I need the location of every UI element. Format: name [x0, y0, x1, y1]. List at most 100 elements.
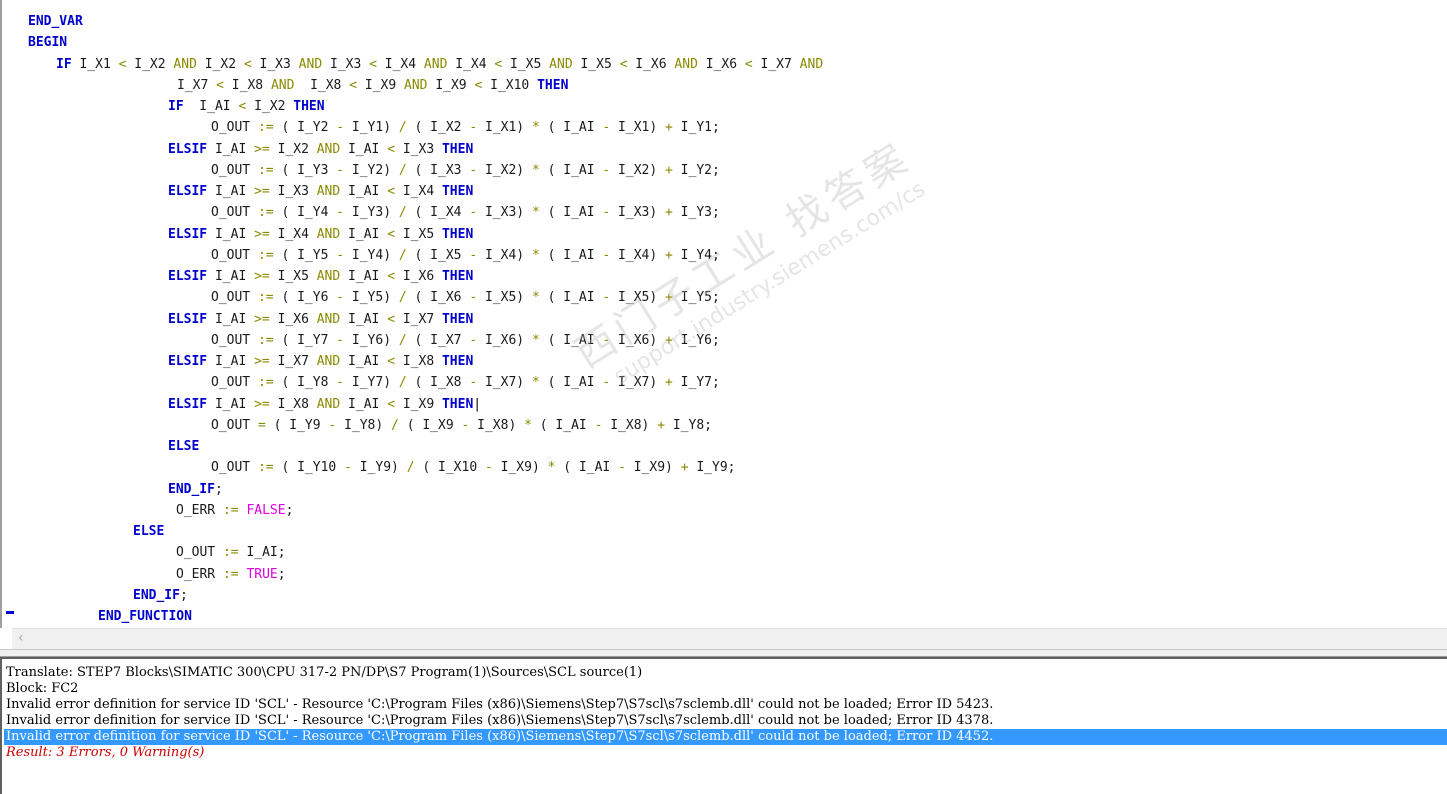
chevron-left-icon[interactable]: ‹ [18, 630, 24, 646]
horizontal-scrollbar[interactable]: ‹ [12, 628, 1447, 649]
code-line[interactable]: I_X7 < I_X8 AND I_X8 < I_X9 AND I_X9 < I… [177, 75, 568, 96]
code-keyword: ELSIF [168, 184, 208, 199]
code-token: ( I_AI [539, 333, 603, 348]
code-token: + [680, 460, 689, 475]
code-line[interactable]: O_OUT := ( I_Y6 - I_Y5) / ( I_X6 - I_X5)… [211, 287, 720, 308]
code-token: I_Y2; [672, 163, 720, 178]
code-line[interactable]: ELSIF I_AI >= I_X2 AND I_AI < I_X3 THEN [168, 139, 473, 160]
code-token: I_X7 [752, 57, 800, 72]
code-line[interactable]: END_IF; [168, 479, 223, 500]
code-line[interactable]: ELSIF I_AI >= I_X6 AND I_AI < I_X7 THEN [168, 309, 473, 330]
code-token: < [369, 57, 377, 72]
code-token: I_Y2) [344, 163, 399, 178]
code-token: O_OUT [211, 418, 258, 433]
code-token: ( I_AI [539, 290, 603, 305]
code-token: I_Y3; [672, 205, 720, 220]
code-token: >= [254, 269, 270, 284]
error-message-line[interactable]: Invalid error definition for service ID … [6, 697, 993, 713]
output-window[interactable]: Translate: STEP7 Blocks\SIMATIC 300\CPU … [0, 657, 1447, 794]
fold-marker[interactable] [6, 611, 14, 614]
code-line[interactable]: IF I_AI < I_X2 THEN [168, 96, 325, 117]
code-token: ( I_X6 [406, 290, 470, 305]
code-token: I_AI [340, 397, 388, 412]
code-line[interactable]: END_VAR [28, 11, 83, 32]
code-token: - [618, 460, 626, 475]
code-line[interactable]: ELSIF I_AI >= I_X3 AND I_AI < I_X4 THEN [168, 181, 473, 202]
code-line[interactable]: ELSE [133, 521, 164, 542]
code-line[interactable]: BEGIN [28, 32, 67, 53]
code-token: - [469, 290, 478, 305]
code-keyword: ELSIF [168, 397, 208, 412]
code-token: I_X8 [294, 78, 350, 93]
code-line[interactable]: IF I_X1 < I_X2 AND I_X2 < I_X3 AND I_X3 … [56, 54, 823, 75]
code-line[interactable]: ELSE [168, 436, 199, 457]
code-token: - [469, 163, 478, 178]
error-message-line[interactable]: Invalid error definition for service ID … [4, 729, 1447, 745]
code-token: ( I_AI [555, 460, 619, 475]
code-token: := [257, 163, 274, 178]
code-line[interactable]: O_OUT := I_AI; [176, 542, 286, 563]
code-keyword: THEN [441, 184, 474, 199]
code-token: / [398, 163, 407, 178]
code-keyword: THEN [537, 78, 569, 93]
code-line[interactable]: O_OUT := ( I_Y2 - I_Y1) / ( I_X2 - I_X1)… [211, 117, 720, 138]
code-line[interactable]: ELSIF I_AI >= I_X5 AND I_AI < I_X6 THEN [168, 266, 473, 287]
code-token: I_Y7) [344, 375, 399, 390]
code-token: I_AI [207, 312, 255, 327]
result-line[interactable]: Result: 3 Errors, 0 Warning(s) [6, 745, 204, 761]
code-token: I_X2 [196, 57, 244, 72]
error-message-line[interactable]: Invalid error definition for service ID … [6, 713, 993, 729]
code-line[interactable]: O_OUT := ( I_Y10 - I_Y9) / ( I_X10 - I_X… [211, 457, 735, 478]
code-line[interactable]: O_ERR := FALSE; [176, 500, 293, 521]
code-token: - [336, 248, 345, 263]
code-token: ; [277, 567, 286, 582]
code-token: / [398, 375, 407, 390]
code-token: I_X4) [610, 248, 666, 263]
code-line[interactable]: O_OUT := ( I_Y8 - I_Y7) / ( I_X8 - I_X7)… [211, 372, 720, 393]
code-token: ( I_Y6 [273, 290, 337, 305]
code-line[interactable]: ELSIF I_AI >= I_X8 AND I_AI < I_X9 THEN| [168, 394, 481, 415]
code-line[interactable]: END_IF; [133, 585, 188, 606]
code-token: := [257, 248, 274, 263]
code-token: I_AI [340, 354, 388, 369]
code-token: ( I_Y4 [273, 205, 337, 220]
output-info-line[interactable]: Translate: STEP7 Blocks\SIMATIC 300\CPU … [6, 665, 642, 681]
text-cursor: | [473, 397, 482, 412]
code-line[interactable]: END_FUNCTION [98, 606, 192, 627]
code-token: := [257, 333, 274, 348]
code-line[interactable]: ELSIF I_AI >= I_X7 AND I_AI < I_X8 THEN [168, 351, 473, 372]
code-line[interactable]: O_OUT := ( I_Y7 - I_Y6) / ( I_X7 - I_X6)… [211, 330, 720, 351]
pane-splitter[interactable] [0, 649, 1447, 657]
code-token: ( I_AI [539, 375, 603, 390]
code-token: I_AI [207, 227, 255, 242]
code-token: ( I_Y10 [273, 460, 345, 475]
code-token: O_OUT [211, 290, 258, 305]
code-token: + [665, 248, 673, 263]
code-token: I_Y3) [344, 205, 399, 220]
code-token: I_X8 [395, 354, 442, 369]
code-token: I_X2) [477, 163, 532, 178]
code-token: I_X8 [269, 397, 317, 412]
code-token: < [387, 269, 396, 284]
code-line[interactable]: O_OUT := ( I_Y3 - I_Y2) / ( I_X3 - I_X2)… [211, 160, 720, 181]
code-token: - [469, 120, 478, 135]
output-info-line[interactable]: Block: FC2 [6, 681, 78, 697]
code-token: I_X1) [610, 120, 666, 135]
code-token: - [469, 333, 478, 348]
code-keyword: THEN [441, 269, 474, 284]
code-line[interactable]: O_OUT = ( I_Y9 - I_Y8) / ( I_X9 - I_X8) … [211, 415, 712, 436]
code-token: / [398, 205, 407, 220]
code-line[interactable]: ELSIF I_AI >= I_X4 AND I_AI < I_X5 THEN [168, 224, 473, 245]
code-line[interactable]: O_OUT := ( I_Y4 - I_Y3) / ( I_X4 - I_X3)… [211, 202, 720, 223]
code-token: O_ERR [176, 567, 223, 582]
code-keyword: END_VAR [28, 14, 83, 29]
code-token: I_Y5; [672, 290, 720, 305]
code-token: I_Y5) [344, 290, 399, 305]
code-editor[interactable]: END_VAR BEGIN IF I_X1 < I_X2 AND I_X2 < I_… [0, 0, 1447, 628]
code-token: - [469, 205, 478, 220]
code-token: I_X5 [572, 57, 620, 72]
code-token: I_X6) [610, 333, 666, 348]
code-line[interactable]: O_ERR := TRUE; [176, 564, 286, 585]
code-line[interactable]: O_OUT := ( I_Y5 - I_Y4) / ( I_X5 - I_X4)… [211, 245, 720, 266]
code-token: I_Y8; [665, 418, 712, 433]
